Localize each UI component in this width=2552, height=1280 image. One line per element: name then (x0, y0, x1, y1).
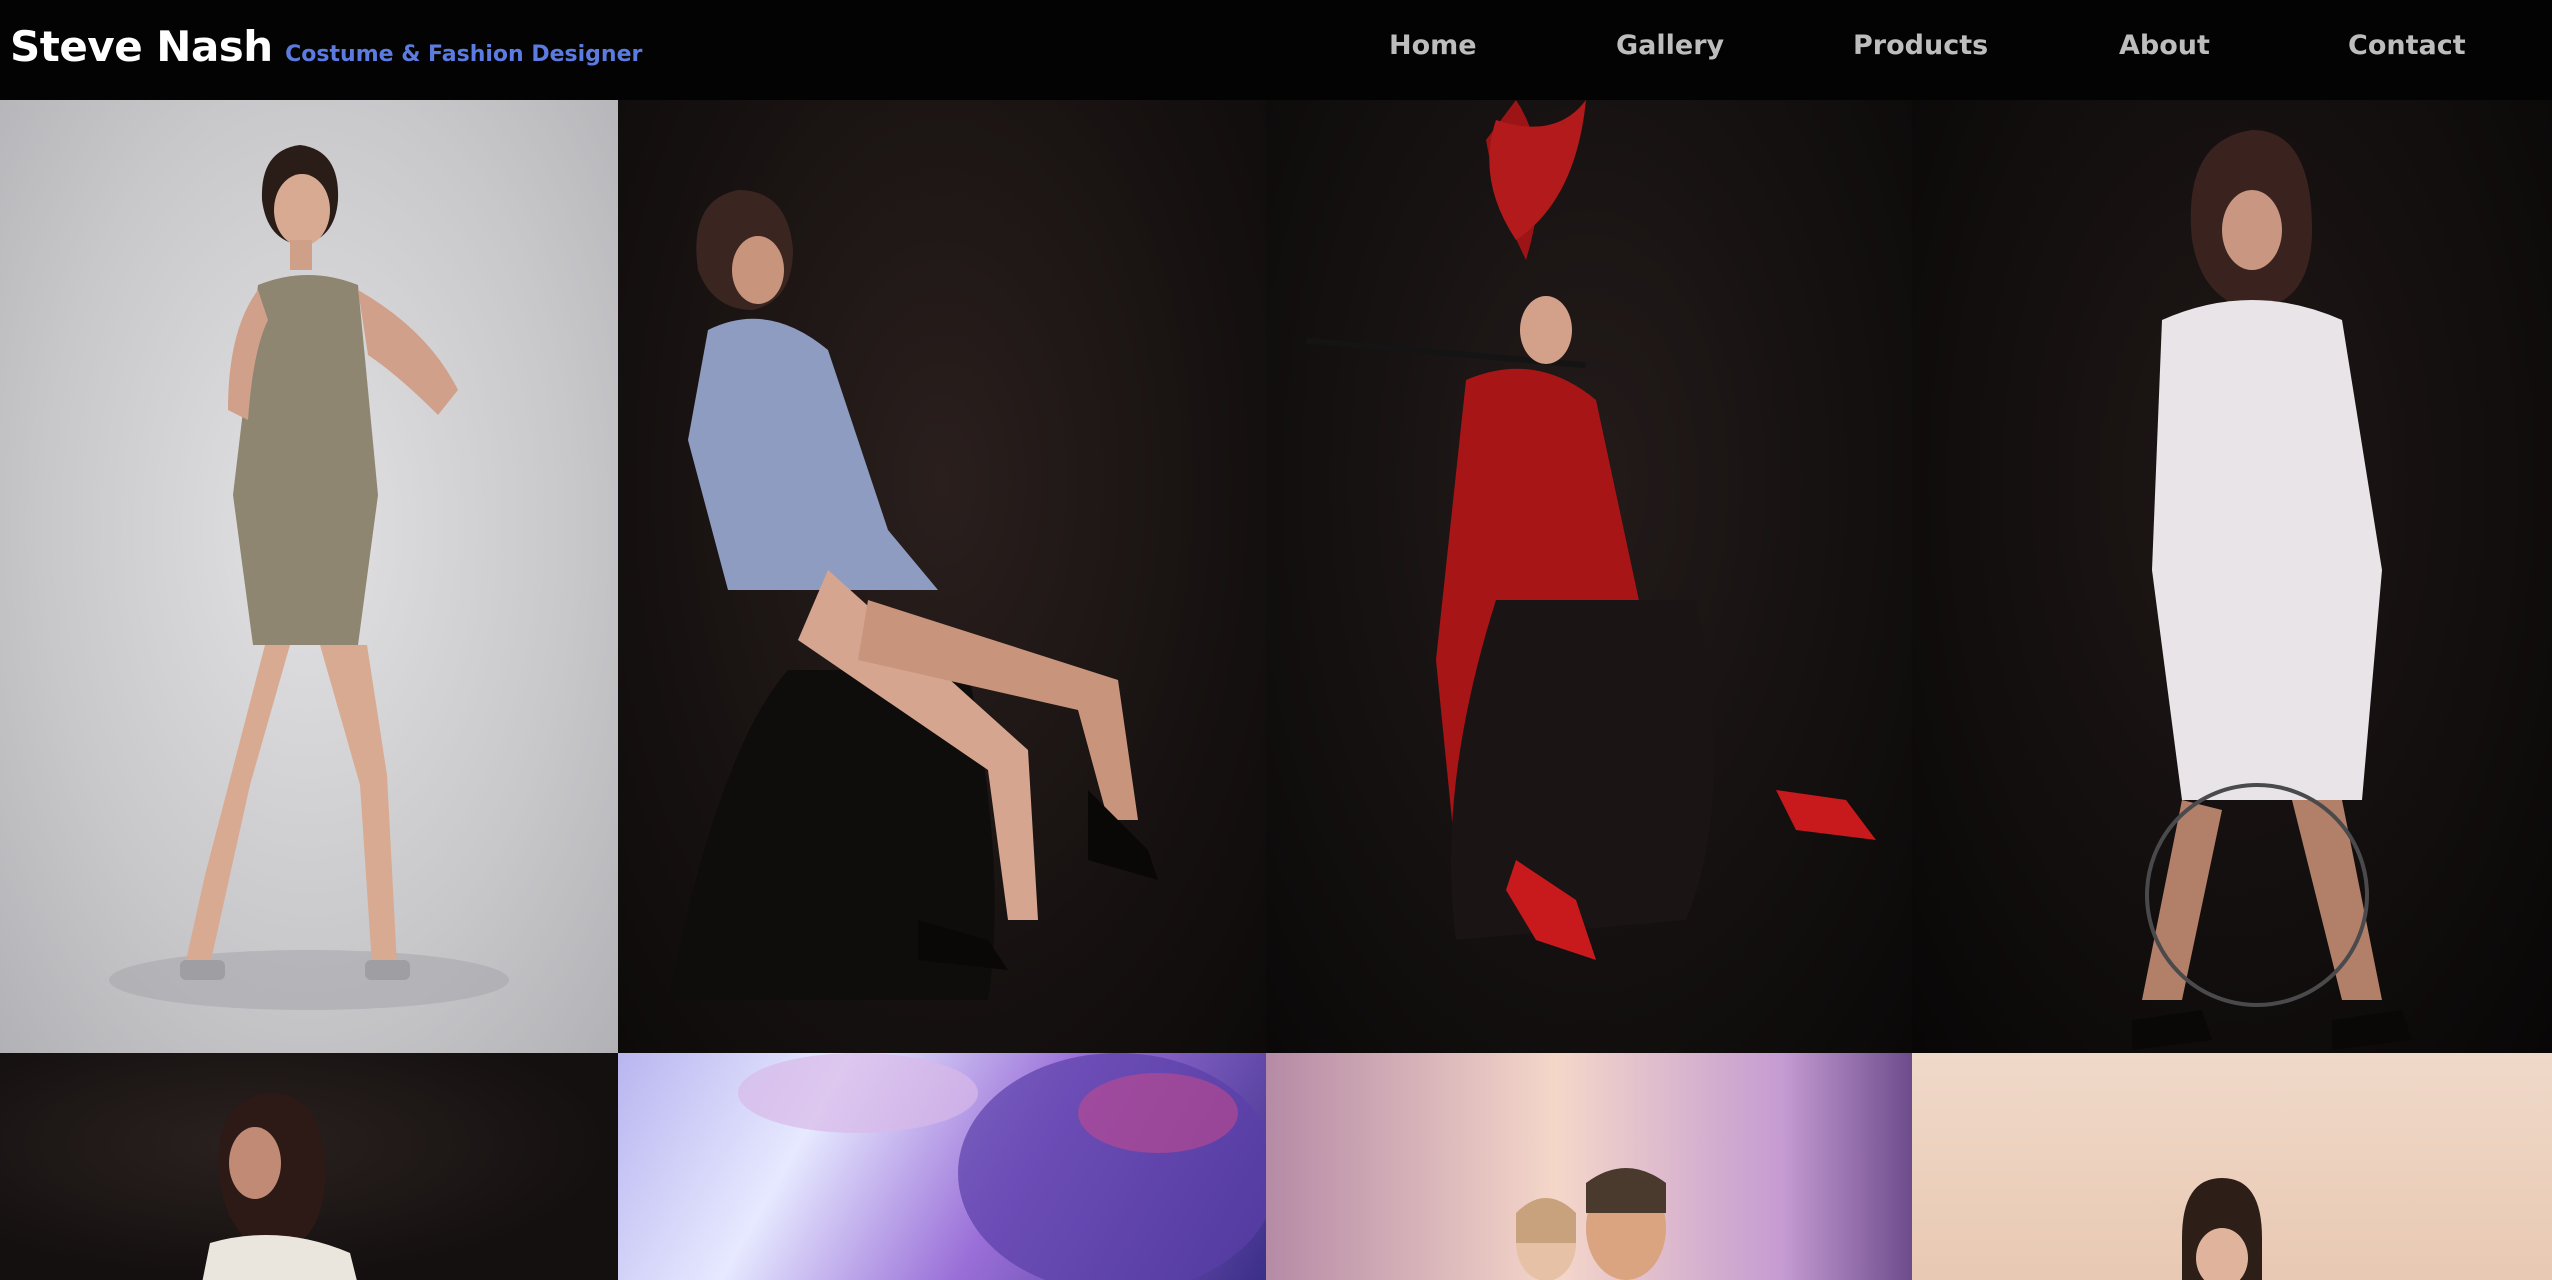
gallery-photo-red-coat[interactable] (1266, 100, 1912, 1053)
gallery-photo-blue-shirt[interactable] (618, 100, 1266, 1053)
gallery-photo-blurred-portrait[interactable] (618, 1053, 1266, 1280)
nav-contact[interactable]: Contact (2348, 30, 2466, 70)
model-figure (1306, 100, 1876, 960)
gallery-photo-white-dress[interactable] (1912, 100, 2552, 1053)
nav-home[interactable]: Home (1389, 30, 1477, 70)
model-figure (668, 190, 1158, 1000)
brand-tagline: Costume & Fashion Designer (285, 42, 643, 67)
nav-gallery[interactable]: Gallery (1616, 30, 1724, 70)
nav-about[interactable]: About (2119, 30, 2210, 70)
model-figure (2132, 130, 2412, 1050)
model-figure (109, 145, 509, 1010)
gallery-photo-model-on-beige[interactable] (1912, 1053, 2552, 1280)
brand[interactable]: Steve Nash Costume & Fashion Designer (10, 22, 642, 71)
brand-name[interactable]: Steve Nash (10, 22, 273, 71)
site-header: Steve Nash Costume & Fashion Designer Ho… (0, 0, 2552, 100)
gallery-photo-white-top[interactable] (0, 1053, 618, 1280)
nav-products[interactable]: Products (1853, 30, 1988, 70)
gallery-photo-plaid-dress[interactable] (0, 100, 618, 1053)
blurred-shapes (738, 1053, 1266, 1280)
model-figure (2182, 1178, 2262, 1280)
gallery-photo-couple-on-stage[interactable] (1266, 1053, 1912, 1280)
model-figure (202, 1093, 357, 1280)
figures (1516, 1168, 1666, 1280)
